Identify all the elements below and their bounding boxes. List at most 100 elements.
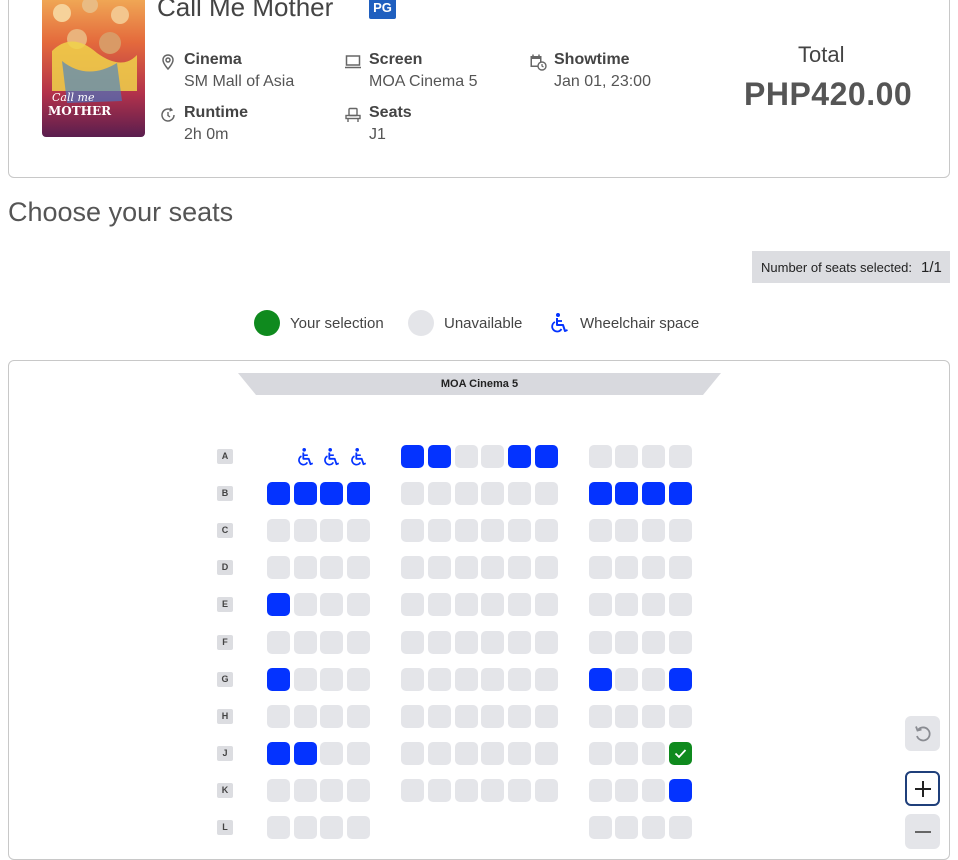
seat-g12 — [615, 668, 638, 691]
seat-a9[interactable] — [508, 445, 531, 468]
seats-label: Seats — [369, 104, 412, 121]
row-label-j: J — [217, 746, 233, 761]
screen-value: MOA Cinema 5 — [369, 73, 478, 90]
legend-wheelchair: Wheelchair space — [550, 310, 699, 336]
seat-a10[interactable] — [535, 445, 558, 468]
showtime-value: Jan 01, 23:00 — [554, 73, 651, 90]
seat-a6[interactable] — [428, 445, 451, 468]
poster-title-line1: Call me — [52, 91, 95, 104]
row-label-c: C — [217, 523, 233, 538]
seat-e9 — [508, 593, 531, 616]
seat-b3[interactable] — [320, 482, 343, 505]
seat-c7 — [455, 519, 478, 542]
seat-f2 — [294, 631, 317, 654]
seat-k10 — [535, 779, 558, 802]
seat-d8 — [481, 556, 504, 579]
row-label-h: H — [217, 709, 233, 724]
seat-g3 — [320, 668, 343, 691]
seat-a3-wheelchair[interactable] — [320, 445, 343, 468]
seat-g4 — [347, 668, 370, 691]
seat-b1[interactable] — [267, 482, 290, 505]
seat-g14[interactable] — [669, 668, 692, 691]
seat-h9 — [508, 705, 531, 728]
minus-icon — [914, 830, 931, 833]
seat-c6 — [428, 519, 451, 542]
seat-b13[interactable] — [642, 482, 665, 505]
seat-k3 — [320, 779, 343, 802]
seat-d5 — [401, 556, 424, 579]
seat-e1[interactable] — [267, 593, 290, 616]
seat-f8 — [481, 631, 504, 654]
row-label-f: F — [217, 635, 233, 650]
seat-k14[interactable] — [669, 779, 692, 802]
seat-j13 — [642, 742, 665, 765]
seat-icon — [345, 107, 361, 122]
seat-f13 — [642, 631, 665, 654]
movie-title: Call Me Mother — [157, 0, 334, 22]
reset-zoom-button[interactable] — [905, 716, 940, 751]
seat-f6 — [428, 631, 451, 654]
seat-e8 — [481, 593, 504, 616]
legend-unavailable: Unavailable — [408, 310, 522, 336]
seat-g13 — [642, 668, 665, 691]
seat-h11 — [589, 705, 612, 728]
zoom-out-button[interactable] — [905, 814, 940, 849]
seat-k4 — [347, 779, 370, 802]
seat-e12 — [615, 593, 638, 616]
seat-c14 — [669, 519, 692, 542]
seat-k2 — [294, 779, 317, 802]
seat-d7 — [455, 556, 478, 579]
seat-l2 — [294, 816, 317, 839]
seat-b4[interactable] — [347, 482, 370, 505]
seat-map[interactable]: MOA Cinema 5 A B C D E F G H J K L — [8, 360, 950, 860]
seat-e13 — [642, 593, 665, 616]
seat-j3 — [320, 742, 343, 765]
seat-e11 — [589, 593, 612, 616]
seat-b11[interactable] — [589, 482, 612, 505]
seat-b2[interactable] — [294, 482, 317, 505]
seat-j9 — [508, 742, 531, 765]
row-label-b: B — [217, 486, 233, 501]
seat-c11 — [589, 519, 612, 542]
seat-d4 — [347, 556, 370, 579]
seat-g5 — [401, 668, 424, 691]
seat-f14 — [669, 631, 692, 654]
legend-label: Your selection — [290, 314, 384, 332]
rating-badge: PG — [369, 0, 396, 19]
seat-j2[interactable] — [294, 742, 317, 765]
seat-b14[interactable] — [669, 482, 692, 505]
seat-g1[interactable] — [267, 668, 290, 691]
row-label-d: D — [217, 560, 233, 575]
total-label: Total — [798, 42, 845, 67]
seat-j6 — [428, 742, 451, 765]
seat-j4 — [347, 742, 370, 765]
seat-l5 — [589, 816, 612, 839]
seat-a5[interactable] — [401, 445, 424, 468]
seat-j1[interactable] — [267, 742, 290, 765]
seat-g11[interactable] — [589, 668, 612, 691]
seat-b12[interactable] — [615, 482, 638, 505]
seat-d3 — [320, 556, 343, 579]
seat-h13 — [642, 705, 665, 728]
zoom-in-button[interactable] — [905, 771, 940, 806]
seat-j14[interactable] — [669, 742, 692, 765]
seat-j11 — [589, 742, 612, 765]
legend-label: Unavailable — [444, 314, 523, 332]
seat-f5 — [401, 631, 424, 654]
location-pin-icon — [162, 54, 174, 71]
seats-selected-counter: Number of seats selected: 1/1 — [752, 251, 950, 283]
seat-e6 — [428, 593, 451, 616]
seat-b6 — [428, 482, 451, 505]
seat-k11 — [589, 779, 612, 802]
seat-a4-wheelchair[interactable] — [347, 445, 370, 468]
seat-g9 — [508, 668, 531, 691]
wheelchair-icon — [551, 313, 568, 333]
seat-a2-wheelchair[interactable] — [294, 445, 317, 468]
cinema-value: SM Mall of Asia — [184, 73, 295, 90]
seat-h3 — [320, 705, 343, 728]
seat-f1 — [267, 631, 290, 654]
seats-selected-label: Number of seats selected: — [761, 259, 913, 275]
runtime-label: Runtime — [184, 104, 248, 121]
seat-c8 — [481, 519, 504, 542]
seat-a8 — [481, 445, 504, 468]
